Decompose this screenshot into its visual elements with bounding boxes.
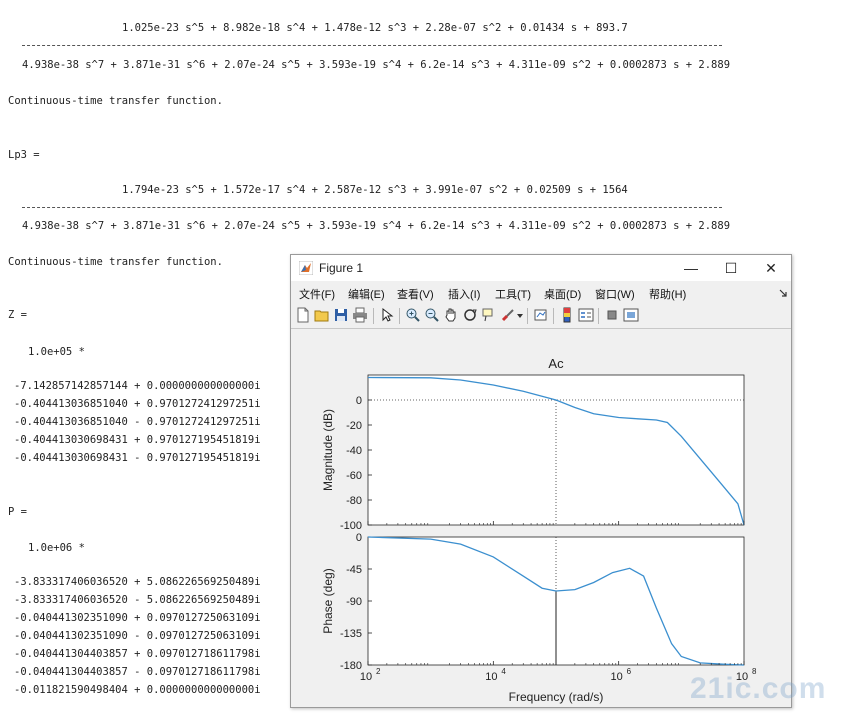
phase-xtick-label: 10 (485, 671, 497, 683)
minimize-button[interactable]: — (671, 255, 711, 281)
toolbar-separator (373, 308, 374, 324)
z-scale: 1.0e+05 * (28, 346, 85, 358)
colorbar-icon[interactable] (559, 307, 575, 323)
z-value: -0.404413036851040 - 0.970127241297251i (14, 416, 261, 428)
z-value: -7.142857142857144 + 0.000000000000000i (14, 380, 261, 392)
p-value: -0.040441302351090 - 0.097012725063109i (14, 630, 261, 642)
figure-titlebar[interactable]: Figure 1 — ☐ ✕ (291, 255, 791, 281)
figure-title: Figure 1 (319, 261, 364, 275)
legend-icon[interactable] (578, 307, 594, 323)
magnitude-ylabel: Magnitude (dB) (321, 409, 335, 491)
pointer-icon[interactable] (379, 307, 395, 323)
phase-ylabel: Phase (deg) (321, 568, 335, 633)
watermark-logo: 21ic.com (690, 672, 827, 705)
toolbar-separator (598, 308, 599, 324)
close-button[interactable]: ✕ (751, 255, 791, 281)
p-value: -3.833317406036520 - 5.086226569250489i (14, 594, 261, 606)
menu-help[interactable]: 帮助(H) (649, 286, 686, 302)
phase-ytick-label: 0 (356, 532, 362, 544)
phase-ytick-label: -135 (340, 628, 362, 640)
maximize-button[interactable]: ☐ (711, 255, 751, 281)
data-cursor-icon[interactable] (481, 307, 497, 323)
brush-dropdown-icon[interactable] (517, 314, 523, 318)
magnitude-yticks: 0 -20 -40 -60 -80 -100 (340, 395, 372, 532)
phase-ytick-label: -45 (346, 564, 362, 576)
p-label: P = (8, 506, 27, 518)
p-value: -0.040441304403857 - 0.097012718611798i (14, 666, 261, 678)
phase-yticks: 0 -45 -90 -135 -180 (340, 532, 372, 672)
phase-xtick-exponent: 2 (376, 667, 381, 676)
menu-edit[interactable]: 编辑(E) (348, 286, 385, 302)
z-value: -0.404413036851040 + 0.970127241297251i (14, 398, 261, 410)
link-plot-icon[interactable] (533, 307, 549, 323)
z-value: -0.404413030698431 - 0.970127195451819i (14, 452, 261, 464)
magnitude-title: Ac (548, 356, 564, 371)
plot-area[interactable]: Ac Magnitude (dB) 0 -20 -40 -60 -80 -100 Phas… (291, 329, 791, 707)
magnitude-ytick-label: -20 (346, 420, 362, 432)
save-icon[interactable] (333, 307, 349, 323)
lp3-note: Continuous-time transfer function. (8, 256, 223, 268)
tf1-divider (22, 45, 722, 46)
rotate-3d-icon[interactable] (462, 307, 478, 323)
lp3-divider (22, 207, 722, 208)
p-value: -3.833317406036520 + 5.086226569250489i (14, 576, 261, 588)
magnitude-ytick-label: -100 (340, 520, 362, 532)
menu-bar: 文件(F) 编辑(E) 查看(V) 插入(I) 工具(T) 桌面(D) 窗口(W… (291, 283, 791, 303)
magnitude-ytick-label: 0 (356, 395, 362, 407)
z-value: -0.404413030698431 + 0.970127195451819i (14, 434, 261, 446)
p-value: -0.040441302351090 + 0.097012725063109i (14, 612, 261, 624)
phase-ytick-label: -180 (340, 660, 362, 672)
print-icon[interactable] (352, 307, 368, 323)
magnitude-ytick-label: -40 (346, 445, 362, 457)
tf1-numerator: 1.025e-23 s^5 + 8.982e-18 s^4 + 1.478e-1… (122, 22, 628, 34)
hide-plot-tools-icon[interactable] (604, 307, 620, 323)
show-plot-tools-icon[interactable] (623, 307, 639, 323)
figure-toolbar (291, 304, 791, 329)
phase-ytick-label: -90 (346, 596, 362, 608)
zoom-in-icon[interactable] (405, 307, 421, 323)
phase-xtick-exponent: 6 (627, 667, 632, 676)
frequency-xlabel: Frequency (rad/s) (509, 690, 604, 704)
menu-window[interactable]: 窗口(W) (595, 286, 635, 302)
phase-xtick-label: 10 (611, 671, 623, 683)
tf1-note: Continuous-time transfer function. (8, 95, 223, 107)
magnitude-ytick-label: -60 (346, 470, 362, 482)
menu-view[interactable]: 查看(V) (397, 286, 434, 302)
toolbar-separator (553, 308, 554, 324)
menu-insert[interactable]: 插入(I) (448, 286, 480, 302)
p-value: -0.011821590498404 + 0.000000000000000i (14, 684, 261, 696)
pan-hand-icon[interactable] (443, 307, 459, 323)
magnitude-ytick-label: -80 (346, 495, 362, 507)
p-value: -0.040441304403857 + 0.097012718611798i (14, 648, 261, 660)
menu-tools[interactable]: 工具(T) (495, 286, 531, 302)
menu-file[interactable]: 文件(F) (299, 286, 335, 302)
phase-xtick-label: 10 (360, 671, 372, 683)
p-scale: 1.0e+06 * (28, 542, 85, 554)
bode-plot[interactable]: Ac Magnitude (dB) 0 -20 -40 -60 -80 -100 Phas… (291, 329, 791, 707)
tf1-denominator: 4.938e-38 s^7 + 3.871e-31 s^6 + 2.07e-24… (22, 59, 731, 71)
lp3-numerator: 1.794e-23 s^5 + 1.572e-17 s^4 + 2.587e-1… (122, 184, 628, 196)
brush-icon[interactable] (500, 307, 516, 323)
z-label: Z = (8, 309, 27, 321)
lp3-label: Lp3 = (8, 149, 40, 161)
phase-xtick-exponent: 4 (501, 667, 506, 676)
open-folder-icon[interactable] (314, 307, 330, 323)
dock-arrow-icon[interactable] (779, 289, 787, 297)
lp3-denominator: 4.938e-38 s^7 + 3.871e-31 s^6 + 2.07e-24… (22, 220, 731, 232)
figure-window[interactable]: Figure 1 — ☐ ✕ 文件(F) 编辑(E) 查看(V) 插入(I) 工… (290, 254, 792, 708)
zoom-out-icon[interactable] (424, 307, 440, 323)
new-figure-icon[interactable] (295, 307, 311, 323)
matlab-logo-icon (299, 261, 313, 275)
menu-desktop[interactable]: 桌面(D) (544, 286, 581, 302)
toolbar-separator (527, 308, 528, 324)
toolbar-separator (399, 308, 400, 324)
